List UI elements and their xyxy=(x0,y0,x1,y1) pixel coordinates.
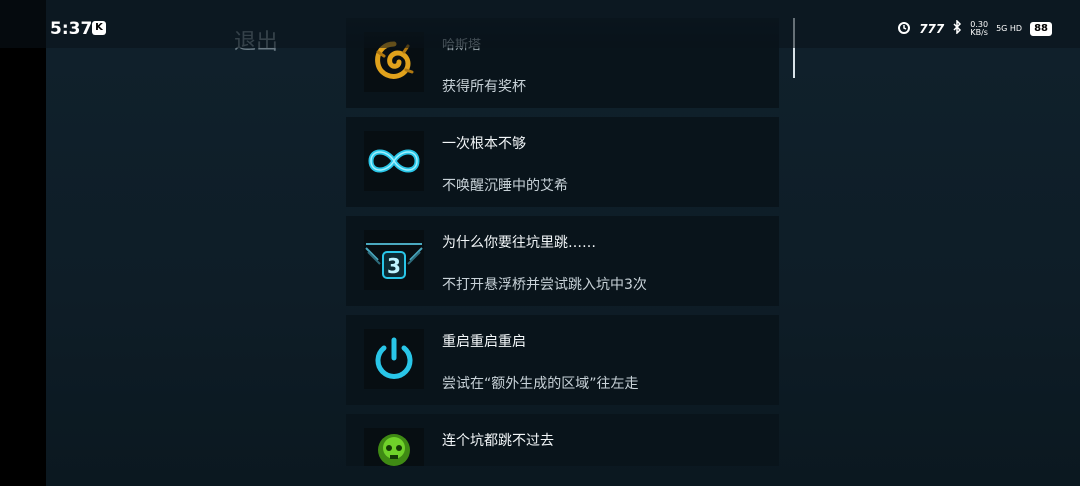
power-icon xyxy=(364,329,424,389)
pit-count-badge: 3 xyxy=(387,254,401,278)
pit-three-icon: 3 xyxy=(364,230,424,290)
achievement-title: 一次根本不够 xyxy=(442,136,526,152)
clock: 5:37 xyxy=(50,19,93,39)
achievement-desc: 不唤醒沉睡中的艾希 xyxy=(442,178,568,194)
achievement-card[interactable]: 一次根本不够 不唤醒沉睡中的艾希 xyxy=(346,117,779,207)
achievement-desc: 获得所有奖杯 xyxy=(442,79,526,95)
achievement-card[interactable]: 3 为什么你要往坑里跳…… 不打开悬浮桥并尝试跳入坑中3次 xyxy=(346,216,779,306)
system-icons: 777 0.30 KB/s 5G HD 88 xyxy=(897,19,1052,37)
network-rate-unit: KB/s xyxy=(970,27,988,37)
network-type: 5G HD xyxy=(996,24,1023,33)
achievement-title: 连个坑都跳不过去 xyxy=(442,433,554,449)
achievement-card[interactable]: 连个坑都跳不过去 xyxy=(346,414,779,466)
achievement-desc: 不打开悬浮桥并尝试跳入坑中3次 xyxy=(442,277,647,293)
status-bar: 5:37 K 777 0.30 KB/s 5G HD 88 xyxy=(0,0,1080,48)
achievement-title: 重启重启重启 xyxy=(442,334,526,350)
network-rate: 0.30 KB/s xyxy=(970,20,988,37)
achievement-title: 为什么你要往坑里跳…… xyxy=(442,235,596,251)
carrier-label: 777 xyxy=(919,21,945,36)
battery-indicator: 88 xyxy=(1030,21,1052,36)
notification-k-icon: K xyxy=(92,21,106,35)
bluetooth-icon xyxy=(952,19,962,37)
infinity-icon xyxy=(364,131,424,191)
left-edge xyxy=(0,0,46,486)
alarm-icon xyxy=(897,20,911,37)
achievement-card[interactable]: 重启重启重启 尝试在“额外生成的区域”往左走 xyxy=(346,315,779,405)
achievement-desc: 尝试在“额外生成的区域”往左走 xyxy=(442,376,639,392)
green-skull-icon xyxy=(364,428,424,466)
